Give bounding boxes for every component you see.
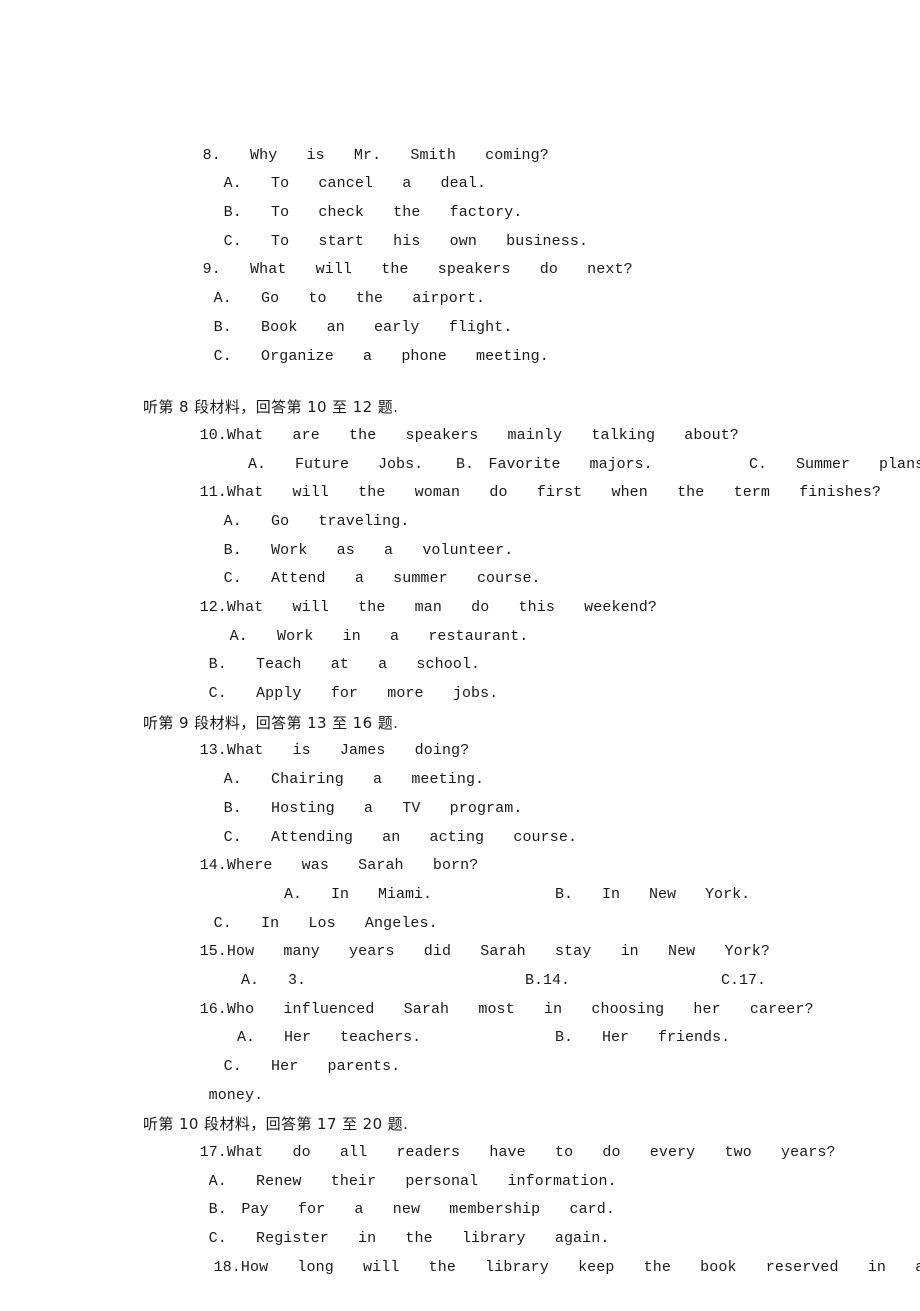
option-row-16: A. Her teachers. B. Her friends. <box>112 996 872 1046</box>
option-9-c[interactable]: C. Organize a phone meeting. <box>112 314 872 365</box>
question-stem-11: 11.What will the woman do first when the… <box>112 451 881 501</box>
stray-text-money: money. <box>112 1053 872 1104</box>
option-17-b[interactable]: B. Pay for a new membership card. <box>112 1168 872 1218</box>
option-row-14: A. In Miami. B. In New York. <box>112 852 872 903</box>
exam-content: 8. Why is Mr. Smith coming? A. To cancel… <box>112 113 920 1276</box>
question-stem-12: 12.What will the man do this weekend? <box>112 565 872 616</box>
option-8-a[interactable]: A. To cancel a deal. <box>112 142 872 192</box>
option-12-b[interactable]: B. Teach at a school. <box>112 623 872 673</box>
option-12-a[interactable]: A. Work in a restaurant. <box>112 594 872 645</box>
section-header-passage-8: 听第 8 段材料，回答第 10 至 12 题. <box>112 365 872 416</box>
option-13-b[interactable]: B. Hosting a TV program. <box>112 766 872 817</box>
option-8-b[interactable]: B. To check the factory. <box>112 170 872 221</box>
section-header-passage-9: 听第 9 段材料，回答第 13 至 16 题. <box>112 680 872 732</box>
option-13-c[interactable]: C. Attending an acting course. <box>112 795 872 846</box>
option-13-a[interactable]: A. Chairing a meeting. <box>112 737 872 788</box>
option-11-c[interactable]: C. Attend a summer course. <box>112 537 872 587</box>
option-11-b[interactable]: B. Work as a volunteer. <box>112 508 872 559</box>
question-stem-14: 14.Where was Sarah born? <box>112 824 872 874</box>
option-16-c[interactable]: C. Her parents. <box>112 1024 872 1075</box>
option-17-a[interactable]: A. Renew their personal information. <box>112 1139 872 1190</box>
option-14-c[interactable]: C. In Los Angeles. <box>112 881 872 932</box>
question-stem-10: 10.What are the speakers mainly talking … <box>112 393 872 444</box>
option-8-c[interactable]: C. To start his own business. <box>112 199 872 250</box>
question-stem-15: 15.How many years did Sarah stay in New … <box>112 910 872 960</box>
option-12-c[interactable]: C. Apply for more jobs. <box>112 651 872 702</box>
question-number-18: 18. <box>213 1258 241 1276</box>
option-row-10: A. Future Jobs. B. Favorite majors. C. S… <box>112 422 920 473</box>
question-stem-8: 8. Why is Mr. Smith coming? <box>112 113 872 164</box>
question-stem-16: 16.Who influenced Sarah most in choosing… <box>112 967 872 1018</box>
option-9-a[interactable]: A. Go to the airport. <box>112 256 872 307</box>
question-stem-9: 9. What will the speakers do next? <box>112 228 872 278</box>
section-header-passage-10: 听第 10 段材料，回答第 17 至 20 题. <box>112 1082 872 1133</box>
option-9-b[interactable]: B. Book an early flight. <box>112 285 872 336</box>
option-11-a[interactable]: A. Go traveling. <box>112 479 872 530</box>
question-stem-18: 18.How long will the library keep the bo… <box>112 1225 920 1276</box>
question-stem-17: 17.What do all readers have to do every … <box>112 1110 872 1161</box>
opt-spacer <box>232 348 261 365</box>
option-text-9-c: Organize a phone meeting. <box>261 347 549 365</box>
option-row-15: A. 3. B.14. C.17. <box>112 938 872 989</box>
option-label-c: C. <box>213 347 232 365</box>
question-stem-13: 13.What is James doing? <box>112 709 872 759</box>
option-17-c[interactable]: C. Register in the library again. <box>112 1196 872 1247</box>
document-page: 8. Why is Mr. Smith coming? A. To cancel… <box>0 0 920 1302</box>
question-text-18: How long will the library keep the book … <box>240 1258 920 1276</box>
